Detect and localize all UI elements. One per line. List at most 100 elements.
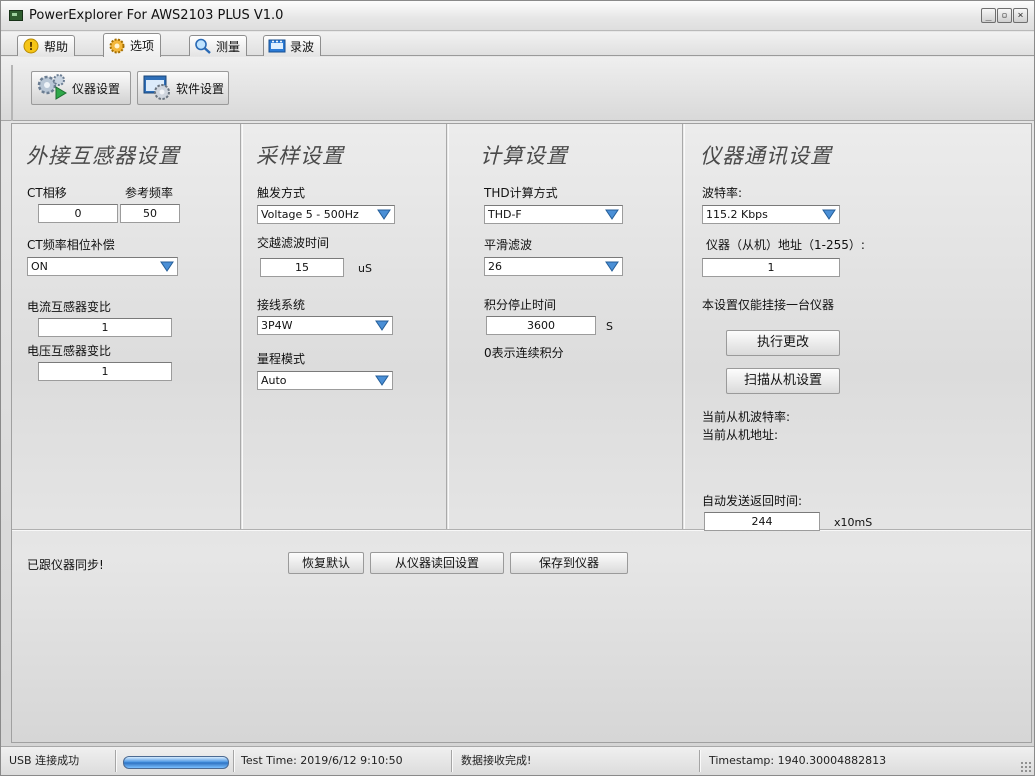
tab-bar: ! 帮助 选项 测量 录波 — [1, 32, 1034, 57]
timestamp: Timestamp: 1940.30004882813 — [709, 754, 887, 767]
auto-send-label: 自动发送返回时间: — [702, 494, 803, 508]
integral-label: 积分停止时间 — [484, 298, 557, 312]
chevron-down-icon[interactable] — [375, 374, 389, 387]
tab-record[interactable]: 录波 — [263, 35, 322, 56]
ref-freq-field[interactable]: 50 — [120, 204, 180, 223]
trigger-select[interactable]: Voltage 5 - 500Hz — [257, 205, 395, 224]
chevron-down-icon[interactable] — [605, 260, 619, 273]
scan-slave-button[interactable]: 扫描从机设置 — [726, 368, 840, 394]
external-transformer-title: 外接互感器设置 — [26, 144, 180, 168]
smooth-value: 26 — [488, 260, 502, 273]
wiring-select[interactable]: 3P4W — [257, 316, 393, 335]
save-to-instrument-button[interactable]: 保存到仪器 — [510, 552, 628, 574]
column-divider — [446, 124, 449, 530]
instrument-settings-label: 仪器设置 — [72, 81, 121, 96]
tab-options[interactable]: 选项 — [103, 33, 162, 57]
app-logo-icon — [9, 10, 23, 21]
current-ratio-field[interactable]: 1 — [38, 318, 172, 337]
status-divider — [115, 750, 117, 772]
current-ratio-label: 电流互感器变比 — [27, 300, 112, 314]
usb-status: USB 连接成功 — [9, 754, 80, 767]
chevron-down-icon[interactable] — [160, 260, 174, 273]
single-instrument-note: 本设置仅能挂接一台仪器 — [702, 298, 835, 312]
window-controls: _ ▫ × — [981, 8, 1028, 23]
smooth-label: 平滑滤波 — [484, 238, 533, 252]
column-divider — [682, 124, 685, 530]
toolbar-group: 仪器设置 软件设置 — [11, 65, 1026, 121]
ct-comp-value: ON — [31, 260, 48, 273]
auto-send-unit: x10mS — [834, 516, 873, 529]
range-label: 量程模式 — [257, 352, 306, 366]
settings-panel: 外接互感器设置 CT相移 参考频率 0 50 CT频率相位补偿 ON 电流互感器… — [11, 123, 1032, 743]
data-status: 数据接收完成! — [461, 754, 532, 767]
record-icon — [268, 38, 286, 54]
chevron-down-icon[interactable] — [377, 208, 391, 221]
window-title: PowerExplorer For AWS2103 PLUS V1.0 — [29, 8, 284, 23]
tab-measure[interactable]: 测量 — [189, 35, 248, 56]
title-bar[interactable]: PowerExplorer For AWS2103 PLUS V1.0 _ ▫ … — [1, 1, 1034, 31]
range-select[interactable]: Auto — [257, 371, 393, 390]
thd-select[interactable]: THD-F — [484, 205, 623, 224]
chevron-down-icon[interactable] — [822, 208, 836, 221]
gear-icon — [36, 73, 68, 104]
chevron-down-icon[interactable] — [605, 208, 619, 221]
voltage-ratio-label: 电压互感器变比 — [27, 344, 112, 358]
ct-comp-select[interactable]: ON — [27, 257, 178, 276]
zero-cross-label: 交越滤波时间 — [257, 236, 330, 250]
wiring-label: 接线系统 — [257, 298, 306, 312]
zero-cross-unit: uS — [358, 262, 372, 275]
status-bar: USB 连接成功 Test Time: 2019/6/12 9:10:50 数据… — [1, 746, 1034, 775]
address-field[interactable]: 1 — [702, 258, 840, 277]
close-button[interactable]: × — [1013, 8, 1028, 23]
wiring-value: 3P4W — [261, 319, 293, 332]
progress-bar — [123, 756, 229, 769]
help-icon: ! — [22, 38, 40, 54]
trigger-label: 触发方式 — [257, 186, 306, 200]
smooth-select[interactable]: 26 — [484, 257, 623, 276]
ct-phase-label: CT相移 — [27, 186, 67, 200]
thd-value: THD-F — [488, 208, 522, 221]
calculation-title: 计算设置 — [480, 144, 568, 168]
baud-value: 115.2 Kbps — [706, 208, 768, 221]
status-divider — [451, 750, 453, 772]
sampling-title: 采样设置 — [256, 144, 344, 168]
resize-grip-icon[interactable] — [1020, 761, 1032, 773]
current-address-label: 当前从机地址: — [702, 428, 779, 442]
ct-comp-label: CT频率相位补偿 — [27, 238, 115, 252]
auto-send-field[interactable]: 244 — [704, 512, 820, 531]
ct-phase-field[interactable]: 0 — [38, 204, 118, 223]
options-icon — [108, 38, 126, 54]
status-divider — [233, 750, 235, 772]
apply-changes-button[interactable]: 执行更改 — [726, 330, 840, 356]
thd-label: THD计算方式 — [484, 186, 558, 200]
baud-label: 波特率: — [702, 186, 743, 200]
software-window-icon — [142, 73, 172, 104]
tab-label: 录波 — [290, 39, 315, 54]
software-settings-label: 软件设置 — [176, 81, 225, 96]
svg-text:!: ! — [28, 40, 33, 53]
integral-note: 0表示连续积分 — [484, 346, 564, 360]
voltage-ratio-field[interactable]: 1 — [38, 362, 172, 381]
current-baud-label: 当前从机波特率: — [702, 410, 791, 424]
zero-cross-field[interactable]: 15 — [260, 258, 344, 277]
app-window: PowerExplorer For AWS2103 PLUS V1.0 _ ▫ … — [0, 0, 1035, 776]
integral-unit: S — [606, 320, 613, 333]
trigger-value: Voltage 5 - 500Hz — [261, 208, 359, 221]
baud-select[interactable]: 115.2 Kbps — [702, 205, 840, 224]
maximize-button[interactable]: ▫ — [997, 8, 1012, 23]
ref-freq-label: 参考频率 — [125, 186, 174, 200]
tab-label: 帮助 — [44, 39, 69, 54]
software-settings-button[interactable]: 软件设置 — [137, 71, 229, 105]
chevron-down-icon[interactable] — [375, 319, 389, 332]
minimize-button[interactable]: _ — [981, 8, 996, 23]
read-from-instrument-button[interactable]: 从仪器读回设置 — [370, 552, 504, 574]
column-divider — [240, 124, 243, 530]
communication-title: 仪器通讯设置 — [700, 144, 832, 168]
sync-status: 已跟仪器同步! — [27, 558, 104, 572]
address-label: 仪器（从机）地址（1-255）: — [706, 238, 865, 252]
restore-default-button[interactable]: 恢复默认 — [288, 552, 364, 574]
integral-field[interactable]: 3600 — [486, 316, 596, 335]
test-time: Test Time: 2019/6/12 9:10:50 — [241, 754, 403, 767]
tab-help[interactable]: ! 帮助 — [17, 35, 76, 56]
instrument-settings-button[interactable]: 仪器设置 — [31, 71, 131, 105]
